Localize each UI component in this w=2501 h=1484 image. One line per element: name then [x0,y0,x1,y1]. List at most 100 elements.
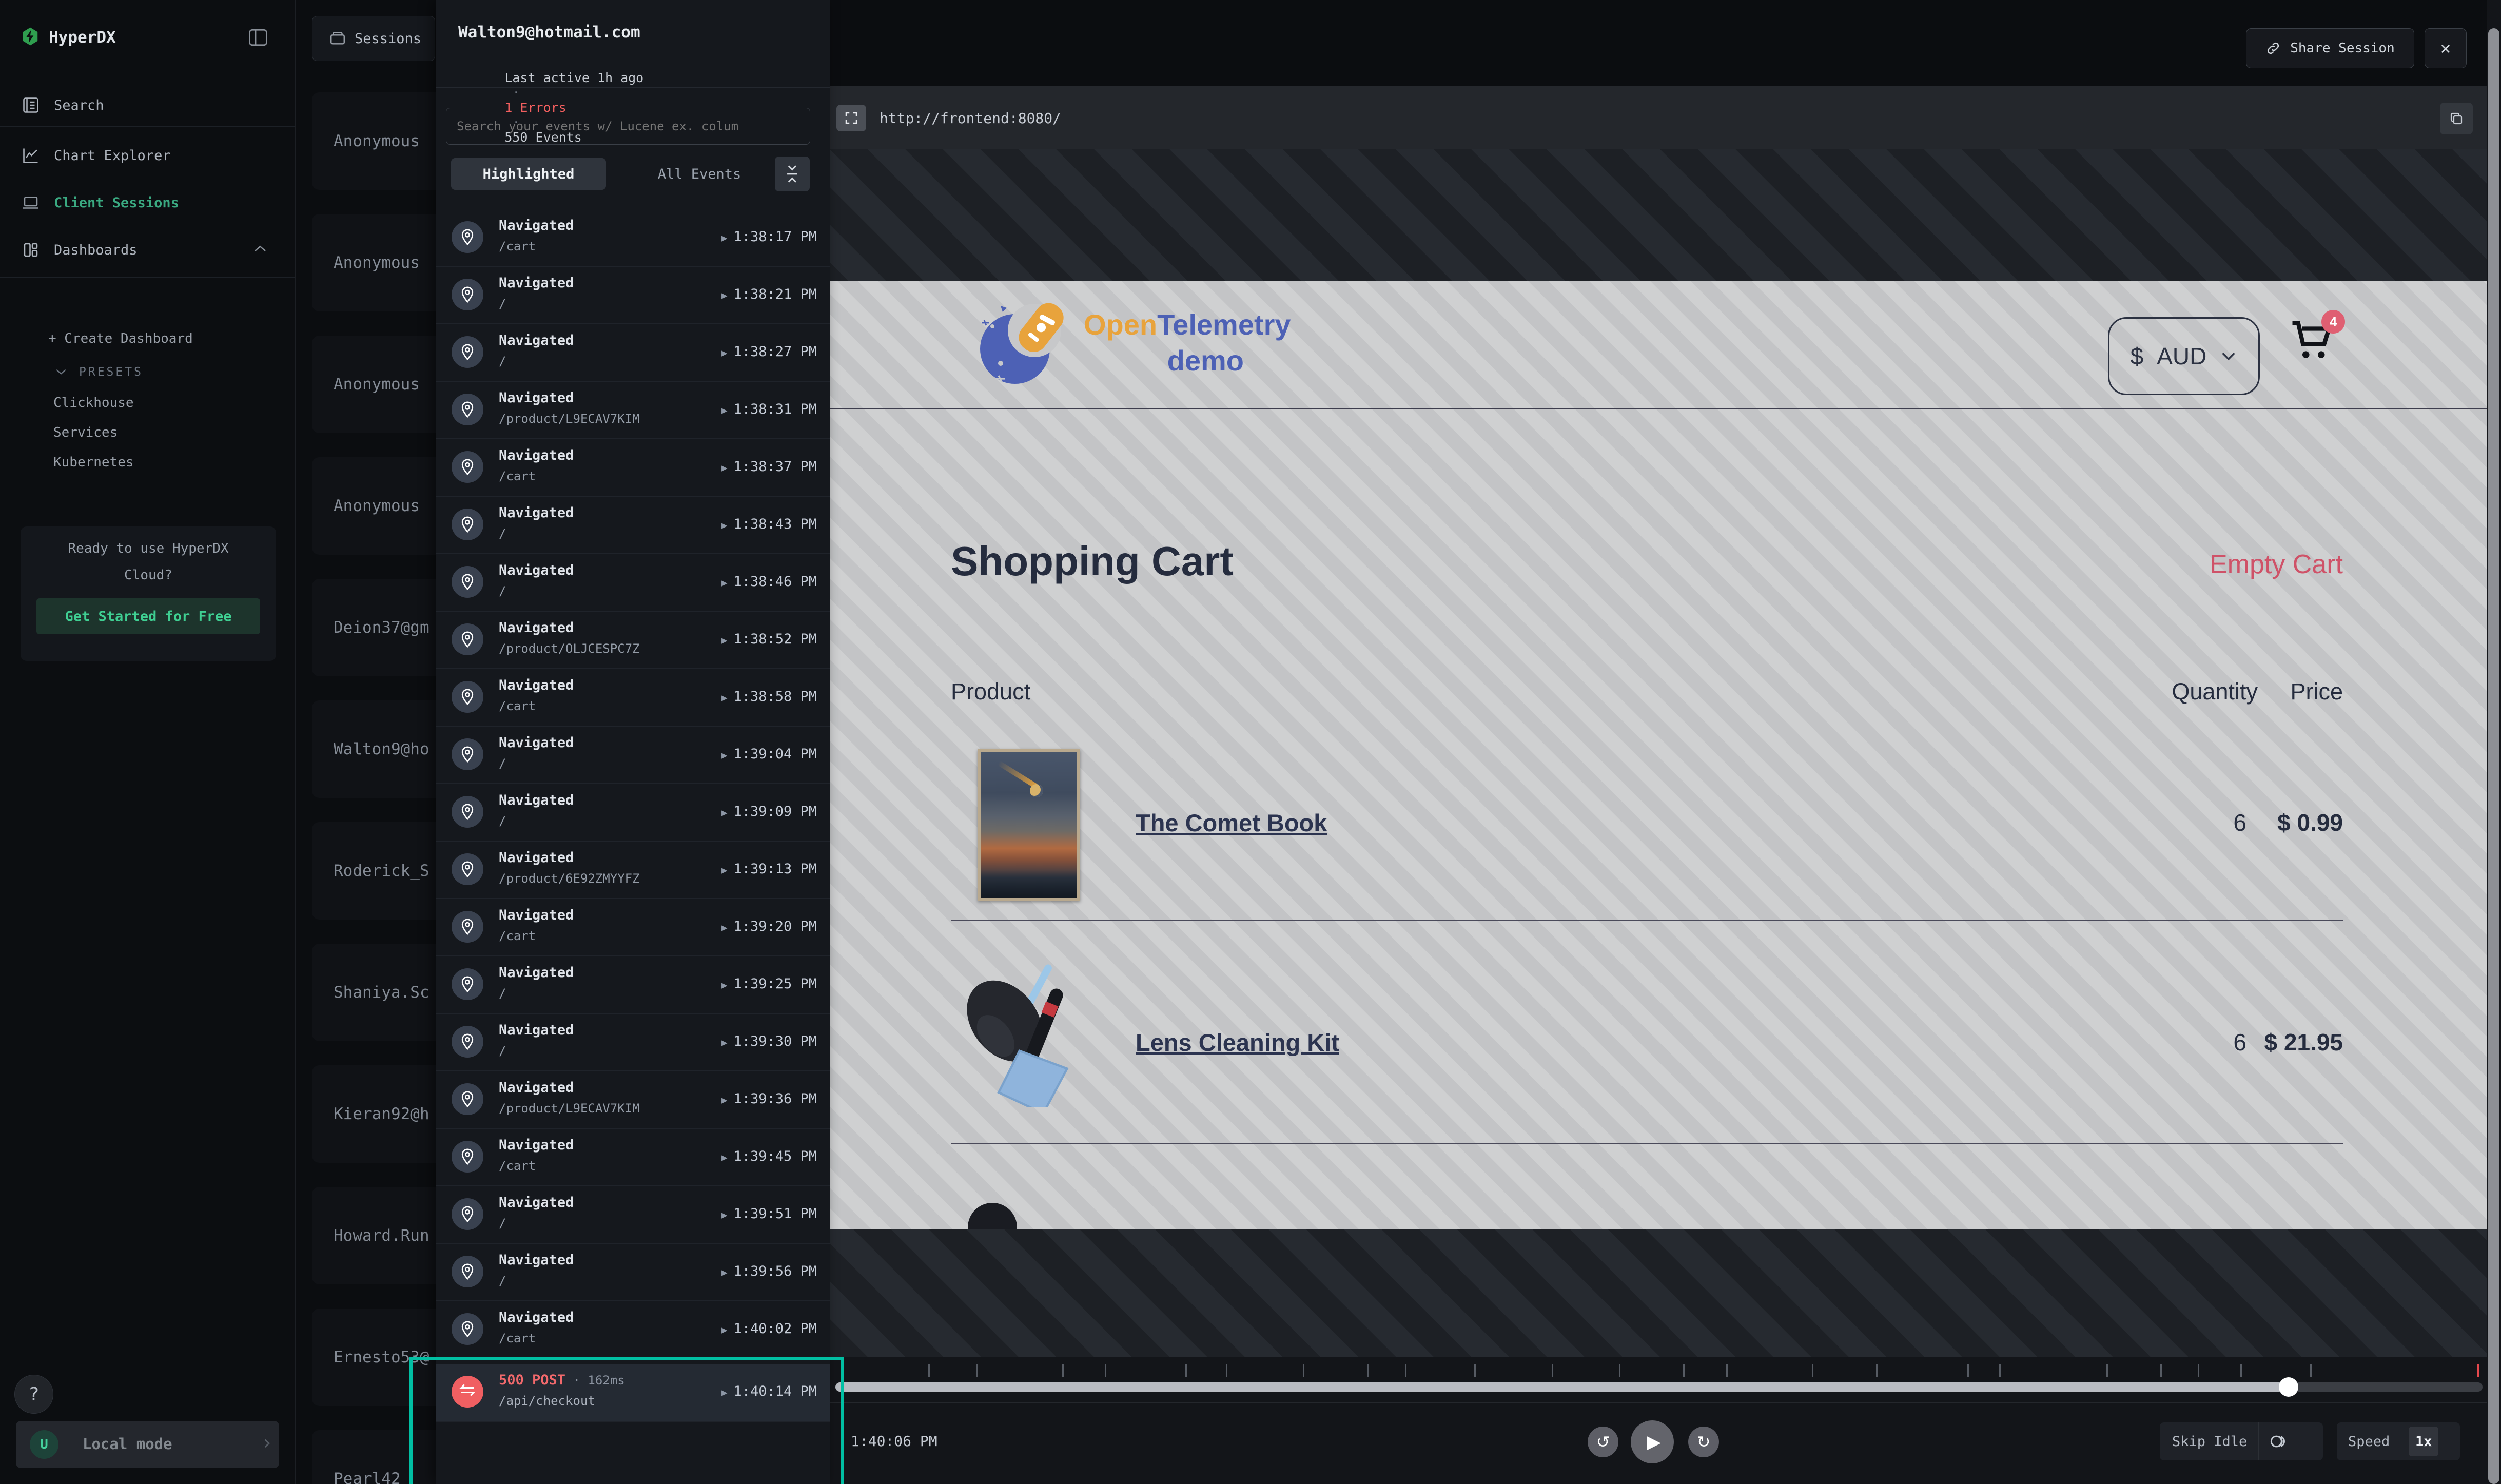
preset-kubernetes[interactable]: Kubernetes [53,455,134,470]
event-row-error-console[interactable]: console.error Unexpected token 'I'… ▶1:4… [436,1481,830,1484]
event-time[interactable]: ▶1:39:04 PM [721,746,817,762]
event-time[interactable]: ▶1:38:58 PM [721,689,817,705]
event-row[interactable]: Navigated / ▶1:39:25 PM [436,956,830,1014]
dashboards-icon [21,240,41,260]
event-time[interactable]: ▶1:39:51 PM [721,1206,817,1222]
skip-idle-group: Skip Idle [2160,1422,2323,1460]
event-time[interactable]: ▶1:38:46 PM [721,574,817,590]
skip-idle-toggle-icon[interactable] [2269,1433,2290,1450]
sidebar-item-chart-explorer[interactable]: Chart Explorer [0,136,295,174]
sidebar-item-search[interactable]: Search [0,86,295,124]
play-button[interactable]: ▶ [1631,1420,1674,1463]
timeline-tick [928,1364,930,1377]
scrollbar-thumb[interactable] [2488,28,2499,1484]
chart-icon [21,145,41,166]
event-time[interactable]: ▶1:38:37 PM [721,459,817,475]
event-row[interactable]: Navigated /cart ▶1:38:37 PM [436,439,830,497]
event-time[interactable]: ▶1:39:13 PM [721,861,817,877]
event-time[interactable]: ▶1:39:20 PM [721,919,817,934]
event-time[interactable]: ▶1:39:45 PM [721,1148,817,1164]
get-started-button[interactable]: Get Started for Free [36,598,260,634]
map-pin-icon [452,853,483,885]
collapse-events-button[interactable] [775,157,810,191]
event-time[interactable]: ▶1:39:09 PM [721,804,817,819]
event-row[interactable]: Navigated /product/L9ECAV7KIM ▶1:38:31 P… [436,382,830,439]
scrollbar[interactable] [2487,0,2501,1484]
event-row[interactable]: Navigated / ▶1:39:04 PM [436,727,830,784]
event-row[interactable]: Navigated /cart ▶1:39:45 PM [436,1129,830,1186]
currency-select[interactable]: $ AUD [2108,317,2260,395]
preset-clickhouse[interactable]: Clickhouse [53,395,134,411]
empty-cart-button[interactable]: Empty Cart [2138,549,2343,580]
progress-track[interactable] [835,1382,2483,1392]
event-time[interactable]: ▶1:40:14 PM [721,1383,817,1399]
event-row[interactable]: Navigated / ▶1:38:27 PM [436,324,830,382]
presets-toggle[interactable]: PRESETS [54,365,143,379]
session-name: Anonymous [334,253,420,272]
speed-group: Speed 1x [2337,1422,2460,1460]
event-time[interactable]: ▶1:39:25 PM [721,976,817,992]
event-time[interactable]: ▶1:39:36 PM [721,1091,817,1107]
timeline-tick [1367,1364,1369,1377]
forward-button[interactable]: ↻ [1688,1427,1719,1457]
event-row[interactable]: Navigated /product/6E92ZMYYFZ ▶1:39:13 P… [436,842,830,899]
event-path: / [499,814,506,828]
event-time[interactable]: ▶1:38:17 PM [721,229,817,245]
event-time[interactable]: ▶1:38:31 PM [721,401,817,417]
event-search-input[interactable] [446,108,810,145]
event-row[interactable]: Navigated /cart ▶1:38:17 PM [436,209,830,267]
expand-replay-button[interactable] [836,105,866,131]
map-pin-icon [452,1313,483,1345]
tab-highlighted[interactable]: Highlighted [451,158,606,190]
sidebar-item-client-sessions[interactable]: Client Sessions [0,184,295,222]
progress-knob[interactable] [2279,1377,2298,1397]
event-row[interactable]: Navigated /product/OLJCESPC7Z ▶1:38:52 P… [436,612,830,669]
event-row[interactable]: Navigated / ▶1:39:56 PM [436,1244,830,1301]
event-title: Navigated [499,850,574,866]
event-path: /cart [499,239,536,253]
event-path: /product/L9ECAV7KIM [499,412,640,426]
rewind-button[interactable]: ↺ [1588,1427,1618,1457]
create-dashboard-button[interactable]: + Create Dashboard [48,331,193,346]
last-active-text: Last active 1h ago [504,70,643,85]
local-mode-button[interactable]: U Local mode › [16,1421,279,1468]
event-row[interactable]: Navigated / ▶1:38:46 PM [436,554,830,612]
event-time[interactable]: ▶1:38:21 PM [721,286,817,302]
event-time[interactable]: ▶1:40:02 PM [721,1321,817,1337]
event-time[interactable]: ▶1:38:27 PM [721,344,817,360]
event-row[interactable]: Navigated /cart ▶1:39:20 PM [436,899,830,956]
product-link[interactable]: Lens Cleaning Kit [1136,1028,1339,1057]
share-session-button[interactable]: Share Session [2246,28,2414,68]
product-link[interactable]: The Comet Book [1136,809,1327,837]
event-time[interactable]: ▶1:38:52 PM [721,631,817,647]
preset-services[interactable]: Services [53,425,118,440]
event-time[interactable]: ▶1:39:30 PM [721,1033,817,1049]
event-row[interactable]: Navigated / ▶1:38:21 PM [436,267,830,324]
event-row-error-network[interactable]: 500 POST · 162ms /api/checkout ▶1:40:14 … [436,1364,830,1422]
play-from-here-icon: ▶ [721,1324,727,1336]
event-row[interactable]: Navigated / ▶1:39:51 PM [436,1186,830,1244]
event-time[interactable]: ▶1:39:56 PM [721,1263,817,1279]
collapse-sidebar-icon[interactable] [248,28,268,47]
event-row[interactable]: Navigated /product/L9ECAV7KIM ▶1:39:36 P… [436,1071,830,1129]
event-row[interactable]: Navigated / ▶1:39:09 PM [436,784,830,842]
event-row[interactable]: Navigated / ▶1:39:30 PM [436,1014,830,1071]
map-pin-icon [452,394,483,425]
close-button[interactable]: ✕ [2425,28,2467,68]
help-button[interactable]: ? [14,1375,53,1414]
event-row[interactable]: Navigated /cart ▶1:40:02 PM [436,1301,830,1359]
event-time[interactable]: ▶1:38:43 PM [721,516,817,532]
sessions-tab-button[interactable]: Sessions [312,16,435,61]
tab-all-events[interactable]: All Events [638,158,761,190]
event-path: / [499,584,506,598]
event-row[interactable]: Navigated / ▶1:38:43 PM [436,497,830,554]
chevron-up-icon [252,243,268,253]
timeline-tick [976,1364,978,1377]
speed-value-button[interactable]: 1x [2409,1427,2438,1456]
cart-button[interactable]: 4 [2289,317,2350,379]
copy-url-button[interactable] [2440,103,2473,134]
timeline-tick [2160,1364,2162,1377]
event-row[interactable]: Navigated /cart ▶1:38:58 PM [436,669,830,727]
sidebar-item-dashboards[interactable]: Dashboards [0,231,295,269]
panel-divider [436,87,830,88]
